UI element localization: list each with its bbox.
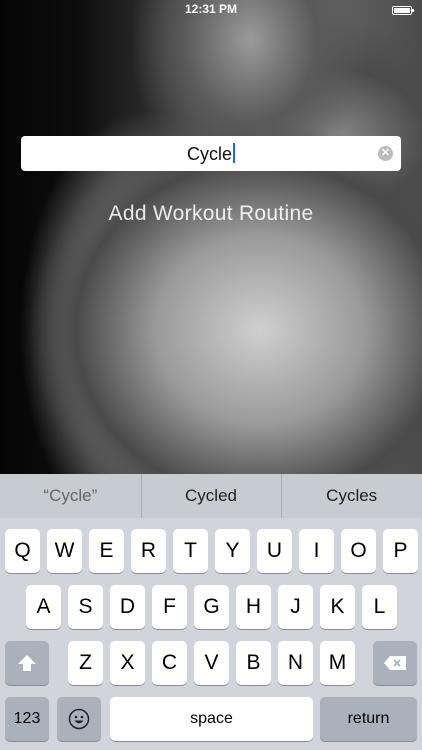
key-o[interactable]: O [341,529,376,573]
key-f[interactable]: F [152,585,187,629]
routine-name-value: Cycle [186,144,232,164]
key-l[interactable]: L [362,585,397,629]
key-r[interactable]: R [131,529,166,573]
key-y[interactable]: Y [215,529,250,573]
key-t[interactable]: T [173,529,208,573]
delete-icon [384,656,406,670]
clear-icon[interactable]: ✕ [378,146,393,161]
key-p[interactable]: P [383,529,418,573]
key-u[interactable]: U [257,529,292,573]
key-j[interactable]: J [278,585,313,629]
return-key[interactable]: return [320,697,417,741]
key-h[interactable]: H [236,585,271,629]
routine-name-field[interactable]: Cycle ✕ [21,136,401,171]
key-d[interactable]: D [110,585,145,629]
key-b[interactable]: B [236,641,271,685]
status-time: 12:31 PM [184,2,238,16]
key-c[interactable]: C [152,641,187,685]
key-e[interactable]: E [89,529,124,573]
space-key[interactable]: space [110,697,313,741]
key-x[interactable]: X [110,641,145,685]
key-z[interactable]: Z [68,641,103,685]
shift-key[interactable] [5,641,49,685]
battery-icon [392,6,414,15]
suggestion-item[interactable]: “Cycle” [0,474,141,518]
key-v[interactable]: V [194,641,229,685]
key-s[interactable]: S [68,585,103,629]
background-photo [0,0,422,474]
key-n[interactable]: N [278,641,313,685]
suggestion-bar: “Cycle” Cycled Cycles [0,474,422,518]
page-title: Add Workout Routine [108,202,314,225]
key-m[interactable]: M [320,641,355,685]
text-caret [233,143,235,163]
suggestion-item[interactable]: Cycled [140,474,282,518]
status-bar: 12:31 PM [0,0,422,22]
emoji-icon [68,708,90,730]
key-g[interactable]: G [194,585,229,629]
delete-key[interactable] [373,641,417,685]
key-a[interactable]: A [26,585,61,629]
shift-icon [18,655,36,671]
key-w[interactable]: W [47,529,82,573]
emoji-key[interactable] [57,697,101,741]
key-q[interactable]: Q [5,529,40,573]
keyboard: Q W E R T Y U I O P A S D F G H J K L Z … [0,518,422,750]
key-k[interactable]: K [320,585,355,629]
key-i[interactable]: I [299,529,334,573]
numbers-key[interactable]: 123 [5,697,49,741]
suggestion-item[interactable]: Cycles [281,474,422,518]
